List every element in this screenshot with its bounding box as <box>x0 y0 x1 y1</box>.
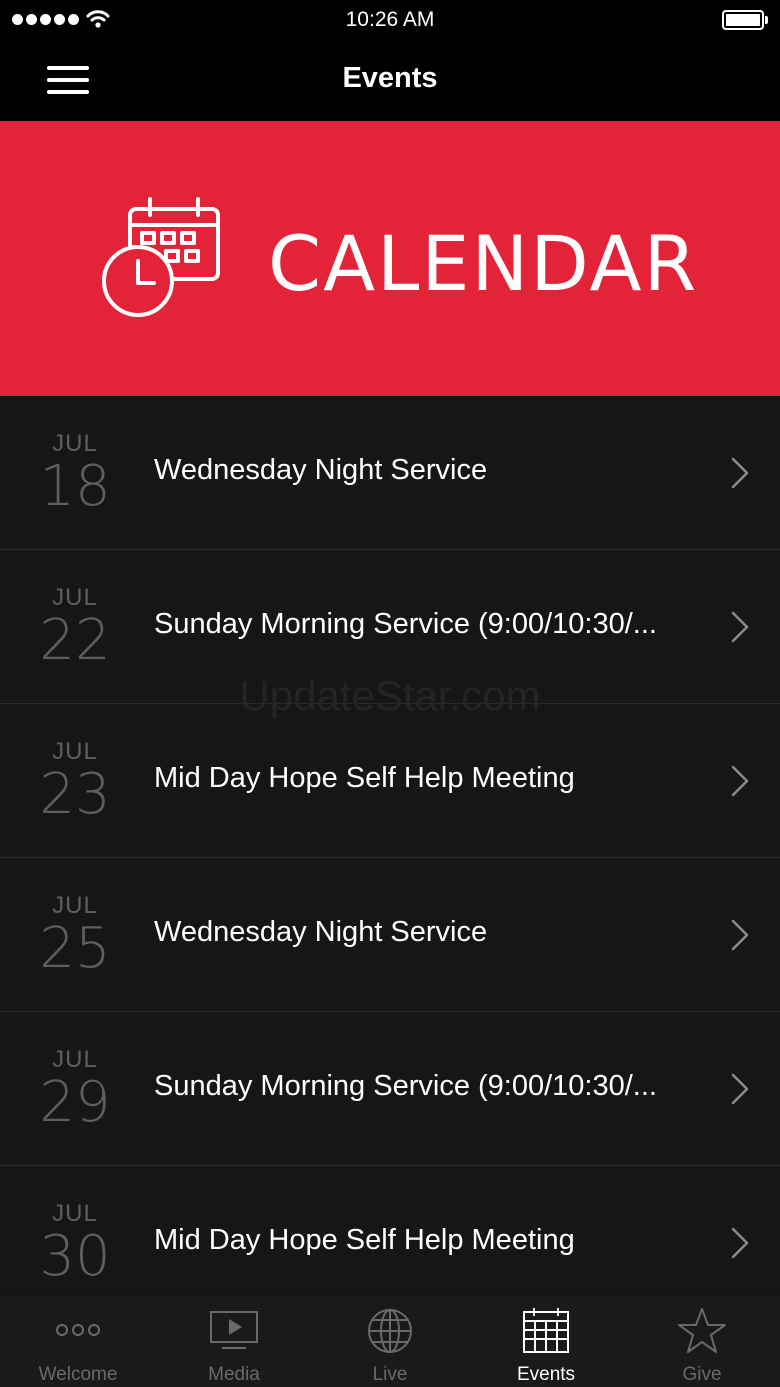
chevron-right-icon <box>731 1073 749 1105</box>
tab-media[interactable]: Media <box>156 1296 312 1387</box>
tab-events[interactable]: Events <box>468 1296 624 1387</box>
tab-label: Events <box>516 1364 576 1385</box>
event-row[interactable]: JUL 29 Sunday Morning Service (9:00/10:3… <box>0 1012 780 1166</box>
event-list: JUL 18 Wednesday Night Service JUL 22 Su… <box>0 396 780 1295</box>
calendar-icon <box>523 1308 569 1353</box>
chevron-right-icon <box>731 457 749 489</box>
tab-bar: Welcome Media Live Events Give <box>0 1295 780 1387</box>
event-row[interactable]: JUL 18 Wednesday Night Service <box>0 396 780 550</box>
event-title: Mid Day Hope Self Help Meeting <box>154 1224 575 1256</box>
status-time: 10:26 AM <box>345 8 435 31</box>
star-icon <box>678 1308 726 1353</box>
chevron-right-icon <box>731 919 749 951</box>
event-row[interactable]: JUL 22 Sunday Morning Service (9:00/10:3… <box>0 550 780 704</box>
event-title: Mid Day Hope Self Help Meeting <box>154 762 575 794</box>
event-day: 30 <box>39 1224 111 1289</box>
event-day: 25 <box>39 916 111 981</box>
event-row[interactable]: JUL 30 Mid Day Hope Self Help Meeting <box>0 1166 780 1295</box>
chevron-right-icon <box>731 765 749 797</box>
chevron-right-icon <box>731 611 749 643</box>
chevron-right-icon <box>731 1227 749 1259</box>
nav-bar: Events <box>0 40 780 121</box>
event-day: 23 <box>39 762 111 827</box>
battery-icon <box>722 10 768 30</box>
play-screen-icon <box>210 1311 258 1349</box>
tab-label: Give <box>682 1364 722 1385</box>
event-title: Wednesday Night Service <box>154 916 488 948</box>
event-day: 22 <box>39 608 111 673</box>
event-title: Wednesday Night Service <box>154 454 488 486</box>
event-day: 18 <box>39 454 111 519</box>
page-title: Events <box>342 62 438 94</box>
tab-give[interactable]: Give <box>624 1296 780 1387</box>
calendar-clock-icon <box>102 197 220 317</box>
tab-label: Welcome <box>38 1364 118 1385</box>
tab-welcome[interactable]: Welcome <box>0 1296 156 1387</box>
tab-label: Live <box>372 1364 408 1385</box>
event-row[interactable]: JUL 23 Mid Day Hope Self Help Meeting <box>0 704 780 858</box>
event-row[interactable]: JUL 25 Wednesday Night Service <box>0 858 780 1012</box>
globe-icon <box>368 1309 412 1353</box>
event-title: Sunday Morning Service (9:00/10:30/... <box>154 608 657 640</box>
event-day: 29 <box>39 1070 111 1135</box>
event-title: Sunday Morning Service (9:00/10:30/... <box>154 1070 657 1102</box>
tab-label: Media <box>208 1364 260 1385</box>
status-bar: 10:26 AM <box>0 0 780 40</box>
ellipsis-icon <box>56 1324 100 1336</box>
tab-live[interactable]: Live <box>312 1296 468 1387</box>
banner-title: CALENDAR <box>268 219 699 308</box>
hamburger-menu-icon[interactable] <box>36 56 100 104</box>
